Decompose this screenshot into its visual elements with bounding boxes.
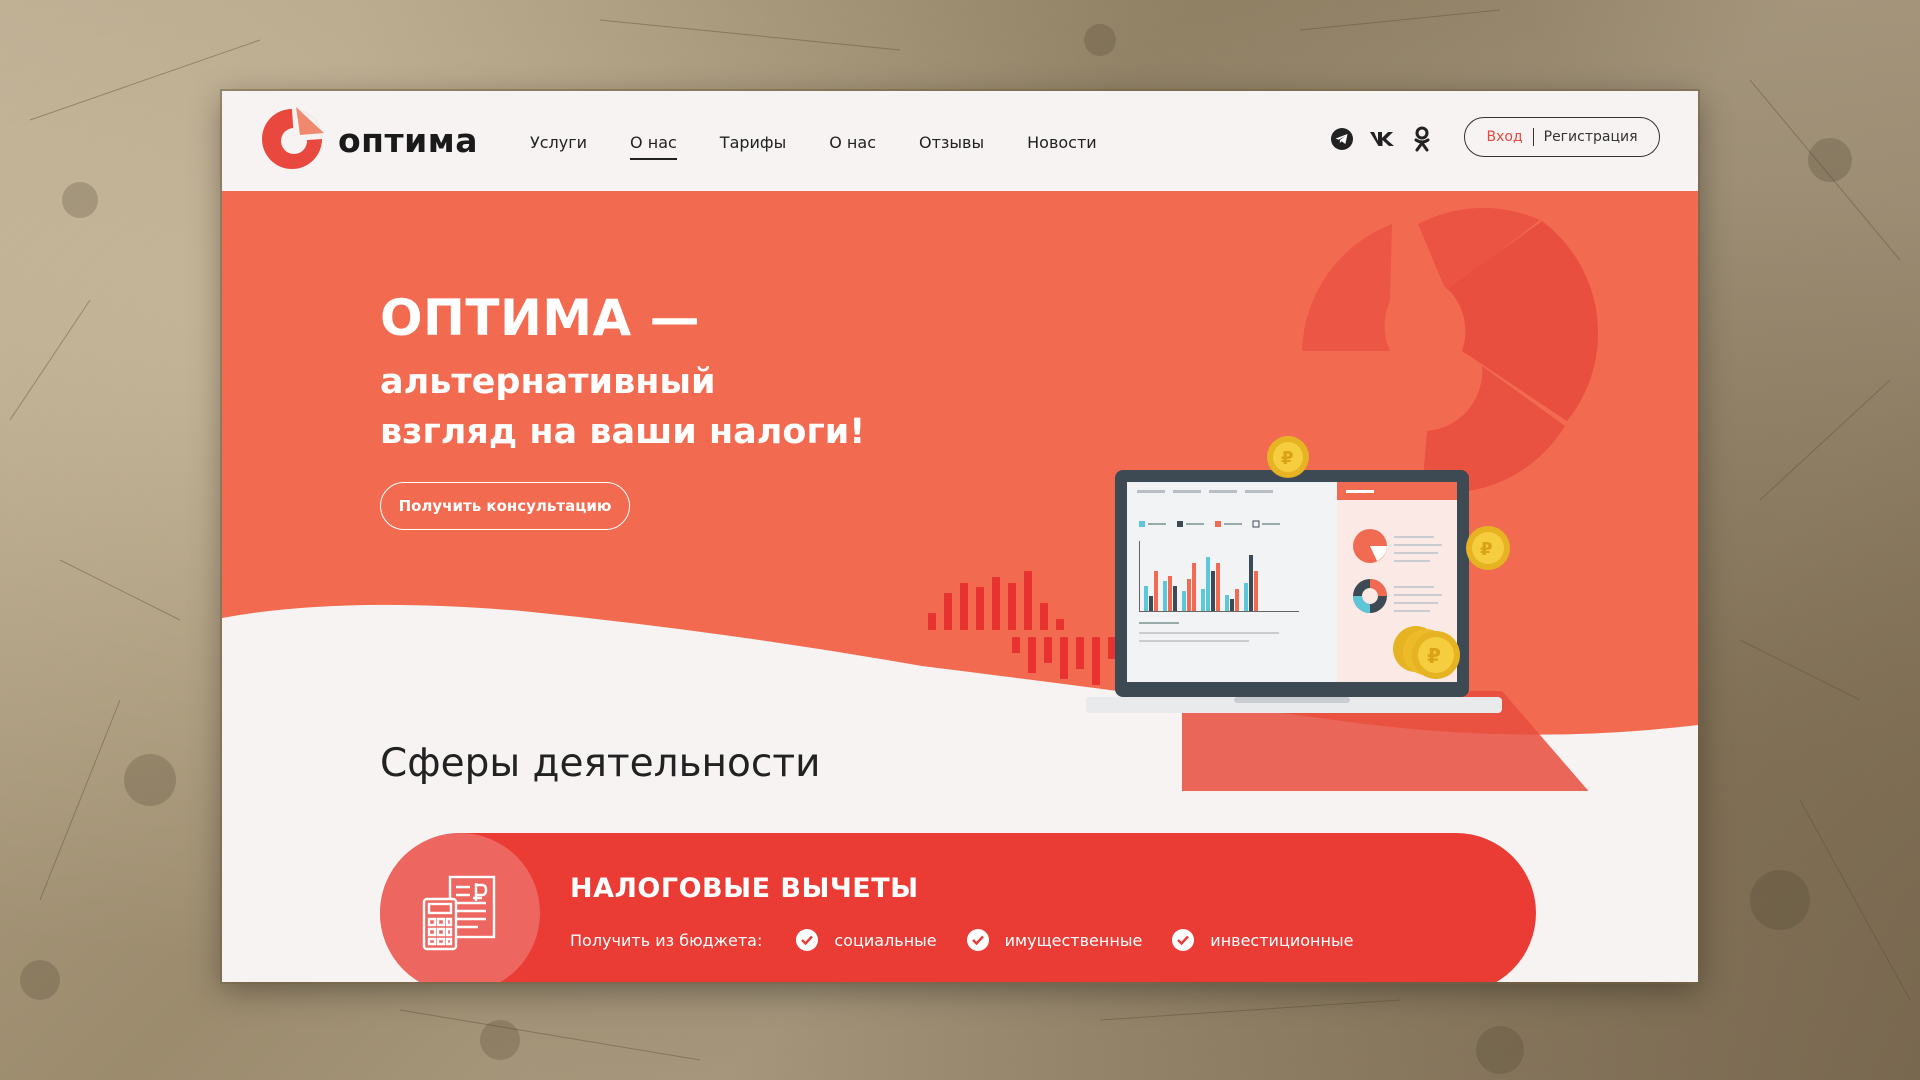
hero-title: ОПТИМА — bbox=[380, 289, 701, 347]
nav-item-services[interactable]: Услуги bbox=[530, 133, 587, 160]
logo-icon bbox=[262, 107, 324, 169]
check-icon bbox=[796, 929, 819, 951]
option-label: социальные bbox=[834, 930, 937, 950]
site-logo[interactable]: оптима bbox=[258, 103, 478, 171]
telegram-icon[interactable] bbox=[1328, 125, 1356, 153]
hero-section: ₽ ₽ ₽ ОПТИМА — альтернативный взгляд на … bbox=[222, 191, 1698, 791]
nav-item-about[interactable]: О нас bbox=[630, 133, 677, 160]
hero-subtitle: альтернативный взгляд на ваши налоги! bbox=[380, 357, 940, 457]
check-icon bbox=[1172, 929, 1195, 951]
odnoklassniki-icon[interactable] bbox=[1408, 125, 1436, 153]
nav-item-reviews[interactable]: Отзывы bbox=[919, 133, 984, 160]
card-options: Получить из бюджета: социальные имуществ… bbox=[570, 929, 1383, 951]
svg-text:₽: ₽ bbox=[1281, 448, 1294, 469]
logo-text: оптима bbox=[338, 120, 478, 160]
option-social[interactable]: социальные bbox=[796, 929, 937, 951]
main-nav: Услуги О нас Тарифы О нас Отзывы Новости bbox=[530, 133, 1140, 160]
hero-subtitle-line-2: взгляд на ваши налоги! bbox=[380, 412, 866, 452]
site-header: оптима Услуги О нас Тарифы О нас Отзывы … bbox=[222, 91, 1698, 191]
svg-text:₽: ₽ bbox=[1427, 644, 1441, 668]
section-title: Сферы деятельности bbox=[380, 741, 821, 786]
consultation-button[interactable]: Получить консультацию bbox=[380, 482, 630, 530]
card-title: НАЛОГОВЫЕ ВЫЧЕТЫ bbox=[570, 873, 919, 904]
calculator-document-icon bbox=[422, 875, 496, 951]
nav-item-news[interactable]: Новости bbox=[1027, 133, 1097, 160]
option-label: инвестиционные bbox=[1210, 930, 1354, 950]
option-label: имущественные bbox=[1004, 930, 1143, 950]
card-lead: Получить из бюджета: bbox=[570, 930, 763, 950]
svg-text:₽: ₽ bbox=[1480, 539, 1493, 560]
social-links bbox=[1328, 125, 1448, 153]
hero-subtitle-line-1: альтернативный bbox=[380, 362, 716, 402]
login-link[interactable]: Вход bbox=[1486, 129, 1522, 145]
register-link[interactable]: Регистрация bbox=[1544, 129, 1638, 145]
nav-item-tariffs[interactable]: Тарифы bbox=[720, 133, 786, 160]
vk-icon[interactable] bbox=[1368, 125, 1396, 153]
check-icon bbox=[966, 929, 989, 951]
nav-item-about-2[interactable]: О нас bbox=[829, 133, 876, 160]
tax-deductions-card[interactable]: НАЛОГОВЫЕ ВЫЧЕТЫ Получить из бюджета: со… bbox=[380, 833, 1536, 982]
card-icon-circle bbox=[380, 833, 540, 982]
option-property[interactable]: имущественные bbox=[966, 929, 1143, 951]
option-investment[interactable]: инвестиционные bbox=[1172, 929, 1353, 951]
website-screenshot: оптима Услуги О нас Тарифы О нас Отзывы … bbox=[222, 91, 1698, 982]
auth-box: Вход Регистрация bbox=[1464, 117, 1660, 157]
auth-divider bbox=[1532, 128, 1534, 146]
